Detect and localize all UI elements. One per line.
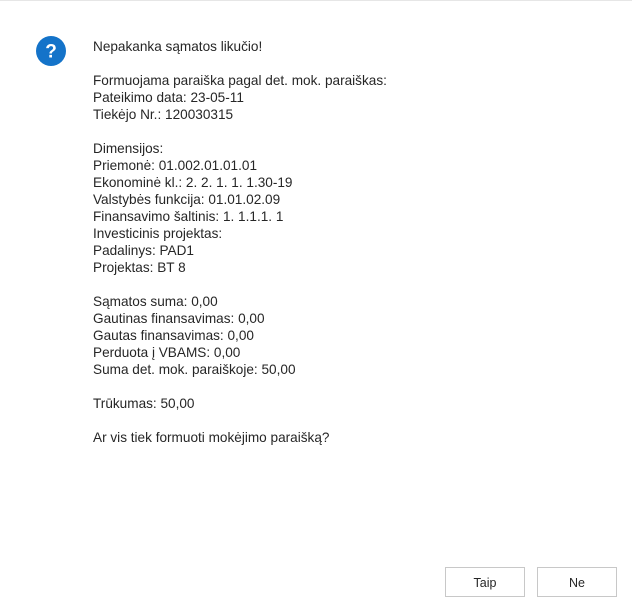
message-line: Tiekėjo Nr.: 120030315	[93, 107, 234, 122]
message-dialog: ? Nepakanka sąmatos likučio! Formuojama p…	[0, 0, 632, 613]
question-icon: ?	[36, 36, 66, 66]
message-line: Pateikimo data: 23-05-11	[93, 90, 244, 105]
message-line: Valstybės funkcija: 01.01.02.09	[93, 192, 281, 207]
no-button[interactable]: Ne	[537, 567, 617, 597]
message-line: Projektas: BT 8	[93, 260, 186, 275]
message-line: Padalinys: PAD1	[93, 243, 194, 258]
message-line: Ar vis tiek formuoti mokėjimo paraišką?	[93, 430, 330, 445]
message-line: Perduota į VBAMS: 0,00	[93, 345, 241, 360]
message-line: Dimensijos:	[93, 141, 164, 156]
dialog-top-border	[0, 0, 632, 1]
message-line: Priemonė: 01.002.01.01.01	[93, 158, 258, 173]
message-line: Gautinas finansavimas: 0,00	[93, 311, 265, 326]
message-line: Gautas finansavimas: 0,00	[93, 328, 254, 343]
dialog-message: Nepakanka sąmatos likučio! Formuojama par…	[93, 38, 603, 446]
message-line: Trūkumas: 50,00	[93, 396, 195, 411]
message-line: Formuojama paraiška pagal det. mok. para…	[93, 73, 387, 88]
message-line: Ekonominė kl.: 2. 2. 1. 1. 1.30-19	[93, 175, 293, 190]
message-line: Finansavimo šaltinis: 1. 1.1.1. 1	[93, 209, 284, 224]
yes-button[interactable]: Taip	[445, 567, 525, 597]
message-line: Suma det. mok. paraiškoje: 50,00	[93, 362, 296, 377]
message-line: Sąmatos suma: 0,00	[93, 294, 218, 309]
message-line: Investicinis projektas:	[93, 226, 223, 241]
svg-text:?: ?	[45, 42, 57, 63]
message-line: Nepakanka sąmatos likučio!	[93, 39, 263, 54]
